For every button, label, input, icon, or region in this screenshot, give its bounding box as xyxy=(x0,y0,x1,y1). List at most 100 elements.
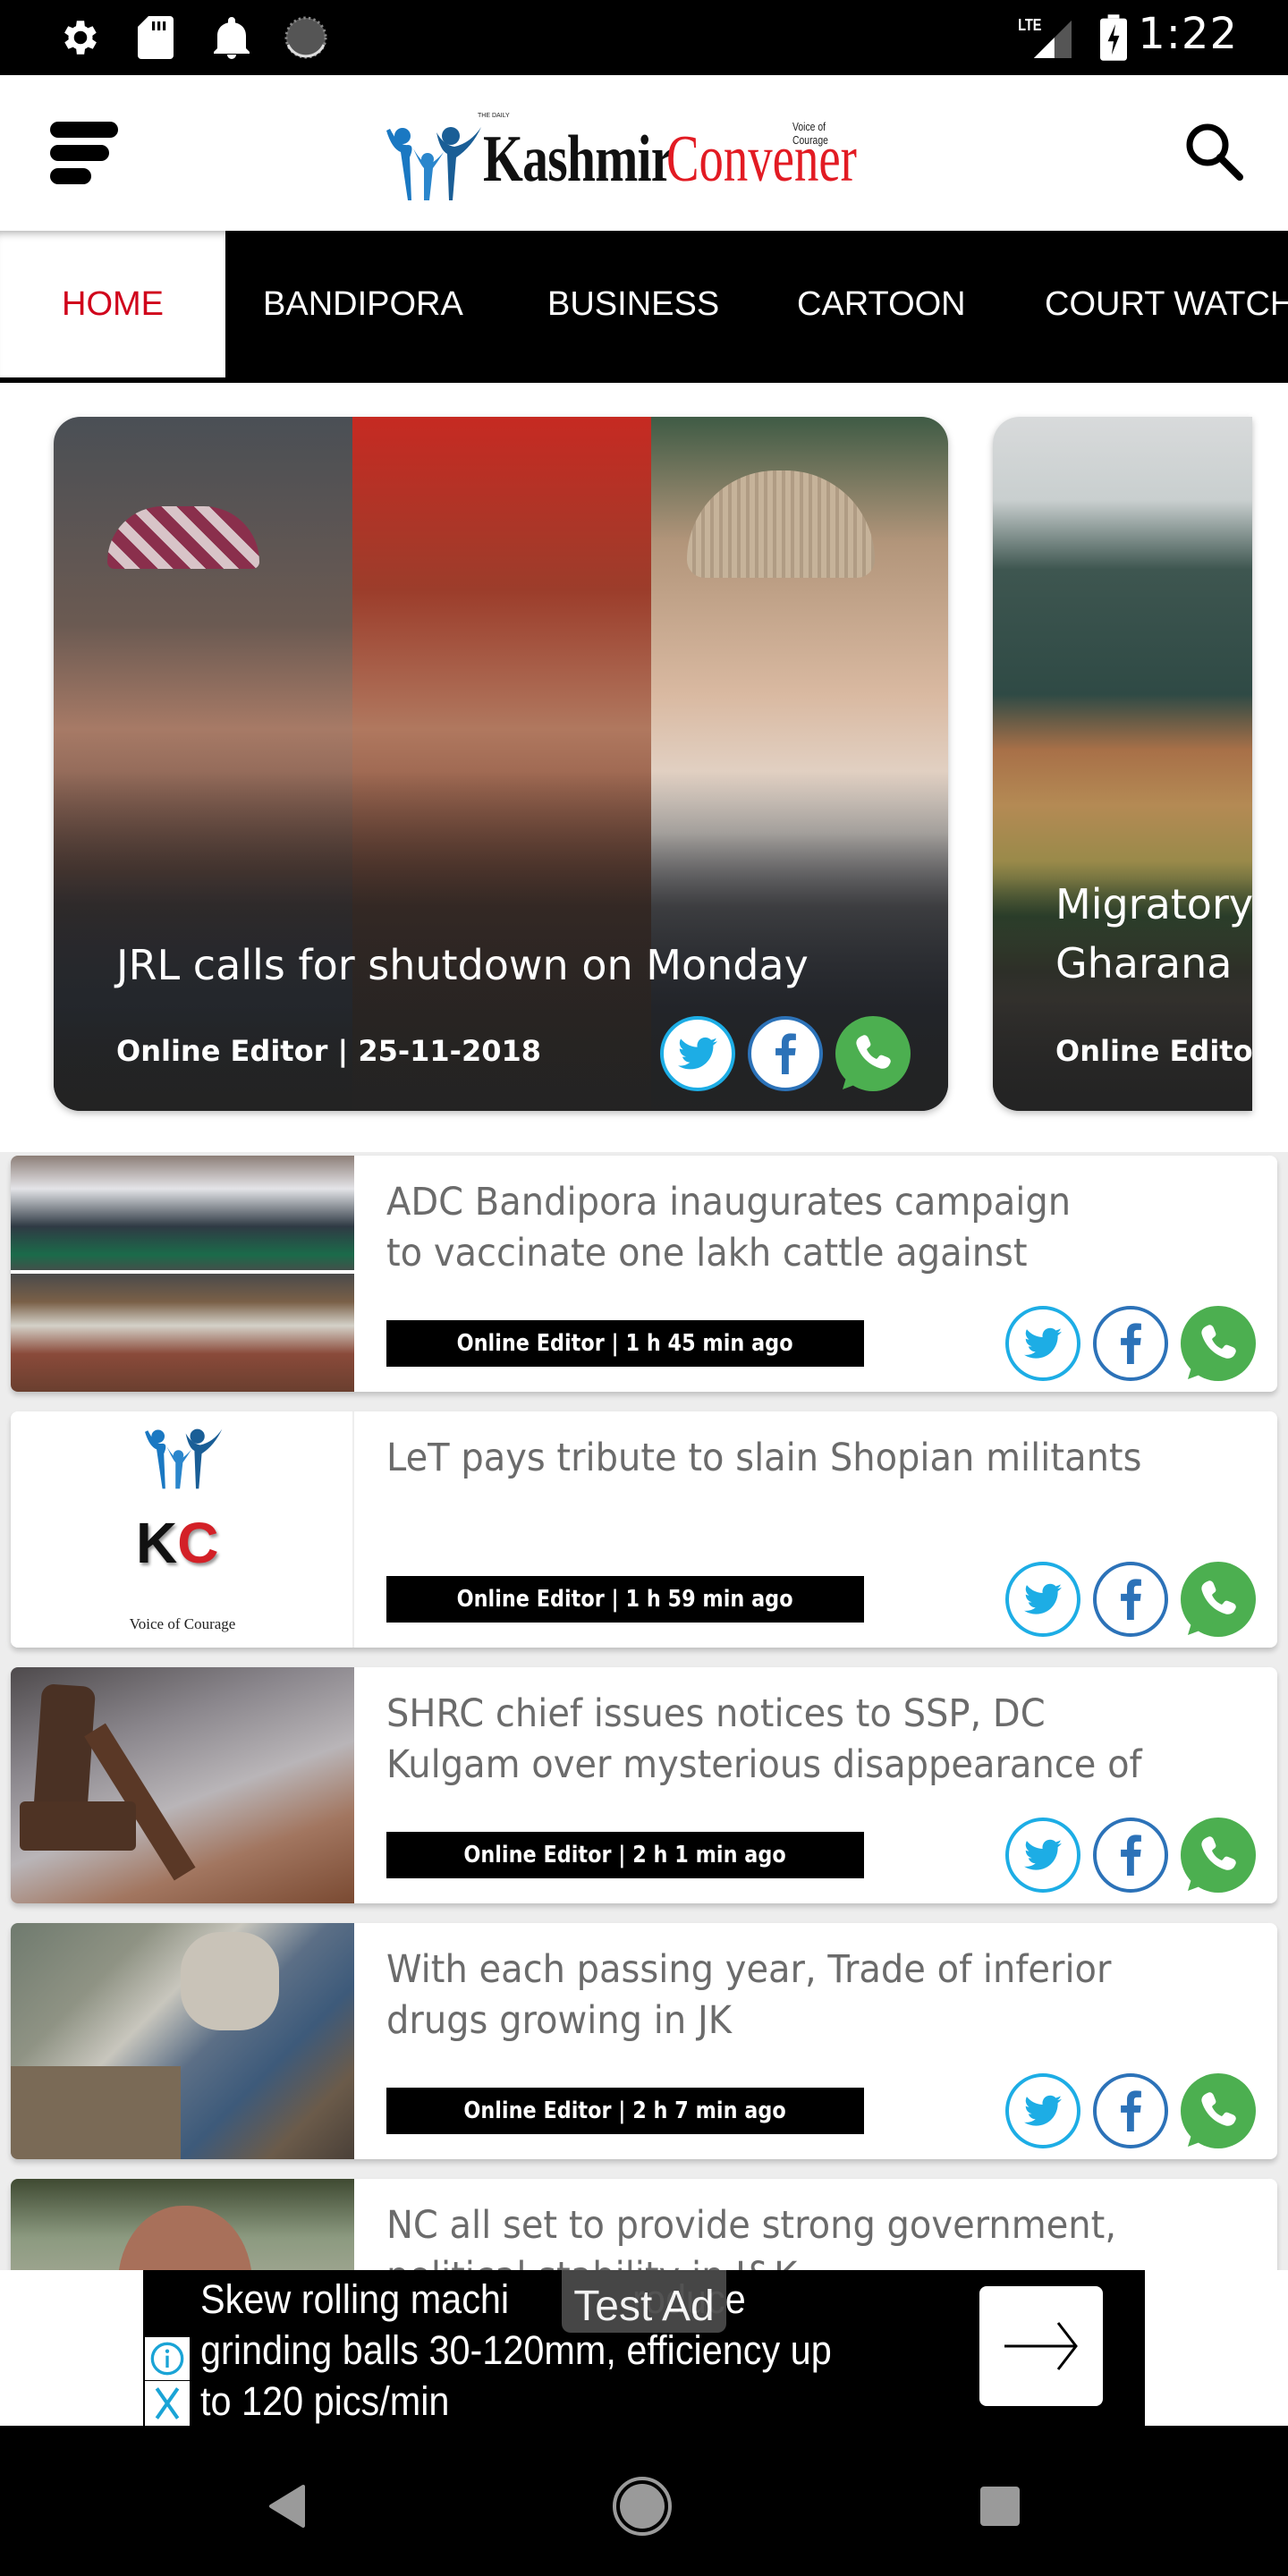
hero-title: Migratory Gharana xyxy=(1055,875,1252,993)
twitter-share-button[interactable] xyxy=(1005,1818,1080,1893)
gavel-block xyxy=(20,1801,136,1851)
facebook-share-button[interactable] xyxy=(1093,1562,1168,1637)
facebook-icon xyxy=(1121,1835,1141,1876)
menu-button[interactable] xyxy=(45,122,120,186)
gavel-head xyxy=(32,1683,97,1821)
logo-tagline: Voice of Courage xyxy=(792,120,828,147)
logo[interactable]: THE DAILY Kashmir Convener Voice of Cour… xyxy=(385,111,868,200)
recents-icon xyxy=(980,2487,1020,2526)
title-line: drugs growing in JK xyxy=(386,1998,732,2043)
sd-card-icon xyxy=(136,16,175,59)
title-line: With each passing year, Trade of inferio… xyxy=(386,1947,1112,1992)
whatsapp-icon xyxy=(1188,1836,1236,1891)
twitter-icon xyxy=(1024,1327,1062,1359)
whatsapp-share-button[interactable] xyxy=(1181,1818,1256,1893)
ad-text[interactable]: Skew rolling machiroduce grinding balls … xyxy=(200,2274,900,2427)
ad-text-line: Skew rolling machi xyxy=(200,2276,510,2322)
whatsapp-share-button[interactable] xyxy=(835,1016,911,1091)
meta-text: Online Editor | 2 h 1 min ago xyxy=(463,1842,787,1868)
article-thumbnail xyxy=(11,1156,354,1392)
twitter-icon xyxy=(678,1037,717,1070)
kc-letters: KC xyxy=(136,1510,218,1576)
tab-label: BUSINESS xyxy=(547,284,720,323)
back-button[interactable] xyxy=(250,2470,322,2542)
article-item[interactable]: ADC Bandipora inaugurates campaign to va… xyxy=(11,1156,1277,1392)
facebook-icon xyxy=(1121,1579,1141,1620)
ad-content[interactable]: Skew rolling machiroduce grinding balls … xyxy=(143,2270,1145,2426)
meta-text: Online Editor | 1 h 45 min ago xyxy=(457,1330,793,1357)
facebook-share-button[interactable] xyxy=(1093,1306,1168,1381)
hero-meta: Online Editor | 25-11-2018 xyxy=(116,1034,541,1068)
ad-close-button[interactable] xyxy=(145,2381,190,2426)
ad-banner[interactable]: Skew rolling machiroduce grinding balls … xyxy=(0,2270,1288,2426)
meta-text: Online Editor | 1 h 59 min ago xyxy=(457,1586,793,1613)
logo-people-icon xyxy=(145,1428,223,1489)
category-tabs: HOME BANDIPORA BUSINESS CARTOON COURT WA… xyxy=(0,231,1288,383)
twitter-icon xyxy=(1024,2095,1062,2126)
placeholder-tagline: Voice of Courage xyxy=(129,1615,236,1632)
back-icon xyxy=(269,2485,305,2528)
ad-info-button[interactable] xyxy=(145,2337,190,2380)
twitter-share-button[interactable] xyxy=(1005,2073,1080,2148)
tab-label: CARTOON xyxy=(797,284,966,323)
ad-open-button[interactable] xyxy=(979,2286,1103,2406)
info-icon xyxy=(150,2342,184,2376)
article-meta: Online Editor | 2 h 7 min ago xyxy=(386,2088,864,2134)
sync-progress-icon xyxy=(283,16,329,59)
article-thumbnail: KC Voice of Courage xyxy=(11,1411,354,1648)
title-line: SHRC chief issues notices to SSP, DC xyxy=(386,1691,1046,1736)
article-meta: Online Editor | 2 h 1 min ago xyxy=(386,1832,864,1878)
twitter-share-button[interactable] xyxy=(660,1016,735,1091)
whatsapp-share-button[interactable] xyxy=(1181,1306,1256,1381)
table-shape xyxy=(11,2066,181,2159)
hero-meta: Online Editor | xyxy=(1055,1034,1252,1068)
article-title: LeT pays tribute to slain Shopian milita… xyxy=(386,1433,1185,1484)
tab-bandipora[interactable]: BANDIPORA xyxy=(263,231,463,377)
whatsapp-icon xyxy=(1188,2092,1236,2147)
signal-icon xyxy=(1029,16,1073,59)
facebook-share-button[interactable] xyxy=(1093,1818,1168,1893)
menu-bar xyxy=(50,145,109,161)
gear-icon xyxy=(55,16,106,59)
whatsapp-icon xyxy=(1188,1325,1236,1379)
tab-court-watch[interactable]: COURT WATCH xyxy=(1045,231,1288,377)
hero-title: JRL calls for shutdown on Monday xyxy=(116,941,809,989)
facebook-icon xyxy=(1121,2090,1141,2131)
twitter-icon xyxy=(1024,1583,1062,1614)
facebook-share-button[interactable] xyxy=(1093,2073,1168,2148)
hero-card[interactable]: JRL calls for shutdown on Monday Online … xyxy=(54,417,948,1111)
home-button[interactable] xyxy=(606,2470,678,2542)
title-line: to vaccinate one lakh cattle against xyxy=(386,1231,1028,1275)
whatsapp-icon xyxy=(1188,1580,1236,1635)
search-icon xyxy=(1186,123,1243,181)
twitter-share-button[interactable] xyxy=(1005,1562,1080,1637)
tab-home[interactable]: HOME xyxy=(0,231,225,377)
recents-button[interactable] xyxy=(964,2470,1036,2542)
hero-title-line: Migratory xyxy=(1055,880,1252,928)
image-divider xyxy=(11,1270,354,1274)
whatsapp-icon xyxy=(843,1035,891,1089)
test-ad-label: Test Ad xyxy=(562,2270,726,2333)
facebook-icon xyxy=(1121,1323,1141,1364)
search-button[interactable] xyxy=(1177,114,1252,190)
tab-business[interactable]: BUSINESS xyxy=(547,231,719,377)
ad-text-line: grinding balls 30-120mm, efficiency up xyxy=(200,2327,832,2373)
app-header: THE DAILY Kashmir Convener Voice of Cour… xyxy=(0,75,1288,231)
twitter-share-button[interactable] xyxy=(1005,1306,1080,1381)
article-item[interactable]: KC Voice of Courage LeT pays tribute to … xyxy=(11,1411,1277,1648)
article-title: SHRC chief issues notices to SSP, DC Kul… xyxy=(386,1689,1185,1791)
tab-cartoon[interactable]: CARTOON xyxy=(797,231,966,377)
whatsapp-share-button[interactable] xyxy=(1181,1562,1256,1637)
whatsapp-share-button[interactable] xyxy=(1181,2073,1256,2148)
article-title: ADC Bandipora inaugurates campaign to va… xyxy=(386,1177,1185,1279)
logo-word-kashmir: Kashmir xyxy=(483,123,674,196)
menu-bar xyxy=(50,122,118,138)
logo-small-text: THE DAILY xyxy=(478,113,510,119)
title-line: Kulgam over mysterious disappearance of xyxy=(386,1742,1142,1787)
title-line: ADC Bandipora inaugurates campaign xyxy=(386,1180,1072,1224)
article-item[interactable]: SHRC chief issues notices to SSP, DC Kul… xyxy=(11,1667,1277,1903)
article-item[interactable]: With each passing year, Trade of inferio… xyxy=(11,1923,1277,2159)
facebook-share-button[interactable] xyxy=(748,1016,823,1091)
article-thumbnail xyxy=(11,1667,354,1903)
hero-card[interactable]: Migratory Gharana Online Editor | xyxy=(993,417,1252,1111)
